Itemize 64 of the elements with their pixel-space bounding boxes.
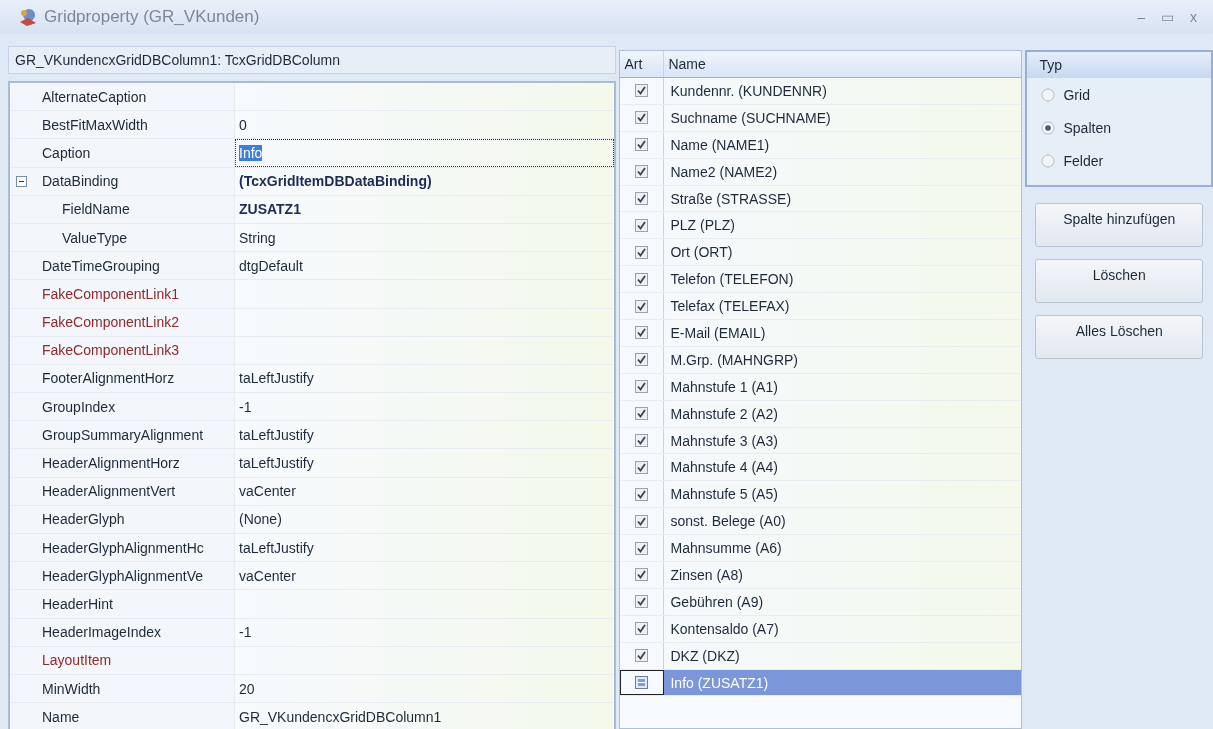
action-button[interactable]: Spalte hinzufügen [1035, 203, 1203, 247]
checkbox[interactable] [635, 622, 649, 636]
value-field[interactable]: Info [235, 139, 615, 167]
checkbox[interactable] [635, 192, 649, 205]
checkbox[interactable] [635, 299, 649, 313]
radio-label[interactable]: Spalten [1063, 119, 1111, 136]
checkbox[interactable] [635, 514, 649, 528]
property-name: FooterAlignmentHorz [42, 370, 175, 387]
property-name: HeaderHint [42, 595, 113, 612]
checkbox[interactable] [635, 84, 649, 98]
property-name: HeaderGlyphAlignmentVe [42, 567, 204, 584]
property-name: HeaderGlyphAlignmentHc [42, 539, 204, 556]
collapse-icon[interactable] [16, 175, 27, 187]
checkbox[interactable] [635, 407, 649, 421]
checkbox[interactable] [635, 541, 649, 555]
checkbox[interactable] [635, 138, 649, 152]
property-name: FakeComponentLink3 [42, 342, 179, 359]
property-name: LayoutItem [42, 652, 112, 669]
property-name: GroupIndex [42, 398, 116, 415]
property-name: MinWidth [42, 680, 101, 697]
radio-button[interactable] [1041, 120, 1056, 135]
checkbox[interactable] [635, 595, 649, 609]
property-name: HeaderGlyph [42, 511, 125, 528]
property-name: DataBinding [42, 173, 119, 190]
checkbox[interactable] [635, 218, 649, 232]
property-name: FakeComponentLink2 [42, 314, 179, 331]
checkbox[interactable] [635, 326, 649, 340]
property-name: HeaderAlignmentVert [42, 483, 176, 500]
window-title: Gridproperty (GR_VKunden) [44, 7, 260, 27]
checkbox[interactable] [635, 487, 649, 501]
app-icon [18, 7, 38, 27]
radio-label[interactable]: Grid [1063, 86, 1090, 103]
property-name: FieldName [62, 201, 130, 218]
action-button[interactable]: Löschen [1035, 259, 1203, 303]
checkbox[interactable] [635, 111, 649, 125]
selected-value-text: Info [239, 144, 263, 161]
property-name: Name [42, 708, 80, 725]
checkbox[interactable] [635, 568, 649, 582]
checkbox[interactable] [635, 380, 649, 394]
property-name: BestFitMaxWidth [42, 116, 148, 133]
row-indicator-icon [635, 676, 649, 690]
radio-button[interactable] [1041, 153, 1056, 168]
checkbox[interactable] [635, 460, 649, 474]
inspector-header: GR_VKundencxGridDBColumn1: TcxGridDBColumn [8, 46, 617, 74]
checkbox[interactable] [635, 245, 649, 259]
radio-button[interactable] [1041, 87, 1056, 102]
property-name: DateTimeGrouping [42, 257, 160, 274]
property-name: HeaderImageIndex [42, 624, 162, 641]
property-name: Caption [42, 144, 91, 161]
group-title: Typ [1027, 52, 1211, 78]
checkbox[interactable] [635, 649, 649, 663]
checkbox[interactable] [635, 434, 649, 447]
column-header[interactable]: Art [620, 51, 665, 77]
property-name: FakeComponentLink1 [42, 285, 179, 302]
column-header[interactable]: Name [664, 51, 1022, 77]
radio-label[interactable]: Felder [1063, 152, 1104, 169]
property-name: ValueType [62, 229, 128, 246]
checkbox[interactable] [635, 165, 649, 179]
action-button[interactable]: Alles Löschen [1035, 315, 1203, 359]
checkbox[interactable] [635, 353, 649, 367]
property-name: HeaderAlignmentHorz [42, 455, 180, 472]
checkbox[interactable] [635, 272, 649, 286]
property-name: AlternateCaption [42, 88, 147, 105]
property-name: GroupSummaryAlignment [42, 426, 204, 443]
